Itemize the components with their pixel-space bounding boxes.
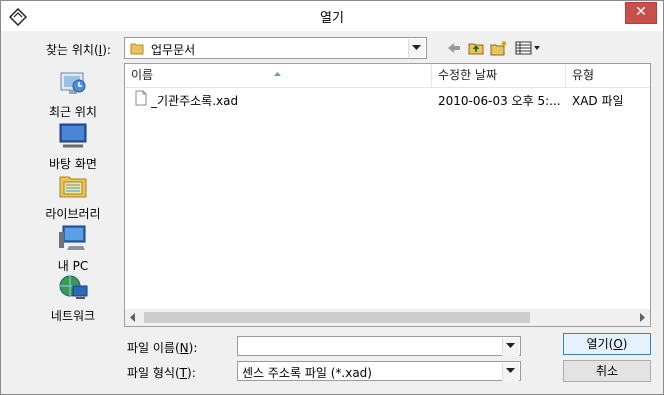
filetype-dropdown-button[interactable] xyxy=(502,363,519,381)
close-icon: ✕ xyxy=(635,4,647,20)
lookin-value: 업무문서 xyxy=(151,43,196,57)
file-modified: 2010-06-03 오후 5:... xyxy=(438,94,561,108)
filename-dropdown-button[interactable] xyxy=(502,338,519,356)
chevron-down-icon xyxy=(506,368,515,373)
filetype-dropdown[interactable]: 센스 주소록 파일 (*.xad) xyxy=(237,361,521,381)
network-globe-icon xyxy=(57,274,89,302)
place-label: 최근 위치 xyxy=(49,105,97,119)
lookin-label: 찾는 위치(I): xyxy=(46,43,111,57)
chevron-down-icon xyxy=(506,343,515,348)
horizontal-scrollbar[interactable] xyxy=(125,309,650,326)
file-list[interactable]: 이름 수정한 날짜 유형 _기관주소록.xad 2010-06-03 오후 5:… xyxy=(124,63,651,327)
scrollbar-thumb[interactable] xyxy=(144,312,530,323)
new-folder-icon[interactable] xyxy=(490,40,508,56)
filename-input[interactable] xyxy=(237,336,521,356)
place-libraries[interactable]: 라이브러리 xyxy=(29,172,117,221)
column-name[interactable]: 이름 xyxy=(125,64,432,87)
recent-places-icon xyxy=(57,70,89,98)
view-menu-icon[interactable] xyxy=(515,40,541,56)
column-header: 이름 수정한 날짜 유형 xyxy=(125,64,650,88)
filetype-value: 센스 주소록 파일 (*.xad) xyxy=(242,366,372,380)
open-dialog: 열기 ✕ 찾는 위치(I): 업무문서 최근 위치 바탕 화면 라이브러리 내 … xyxy=(0,0,664,395)
place-label: 네트워크 xyxy=(50,309,96,323)
scroll-right-icon[interactable] xyxy=(634,309,650,326)
scroll-left-icon[interactable] xyxy=(125,309,141,326)
lookin-dropdown-button[interactable] xyxy=(408,39,425,57)
filename-label: 파일 이름(N): xyxy=(127,341,198,355)
place-label: 라이브러리 xyxy=(45,207,101,221)
place-this-pc[interactable]: 내 PC xyxy=(29,224,117,273)
back-arrow-icon[interactable] xyxy=(447,40,461,56)
place-recent[interactable]: 최근 위치 xyxy=(29,70,117,119)
document-icon xyxy=(135,90,147,109)
place-network[interactable]: 네트워크 xyxy=(29,274,117,323)
computer-icon xyxy=(57,224,89,252)
file-type: XAD 파일 xyxy=(572,94,624,108)
folder-icon xyxy=(130,42,144,55)
chevron-down-icon xyxy=(412,45,421,50)
filetype-label: 파일 형식(T): xyxy=(127,366,196,380)
lookin-dropdown[interactable]: 업무문서 xyxy=(124,37,427,59)
place-desktop[interactable]: 바탕 화면 xyxy=(29,122,117,171)
libraries-icon xyxy=(57,172,89,200)
file-row[interactable]: _기관주소록.xad 2010-06-03 오후 5:... XAD 파일 xyxy=(125,88,650,110)
column-modified[interactable]: 수정한 날짜 xyxy=(432,64,566,87)
up-folder-icon[interactable] xyxy=(468,40,484,56)
places-bar: 최근 위치 바탕 화면 라이브러리 내 PC 네트워크 xyxy=(29,64,117,326)
place-label: 바탕 화면 xyxy=(49,157,97,171)
column-type[interactable]: 유형 xyxy=(566,64,650,87)
place-label: 내 PC xyxy=(57,259,89,273)
cancel-button[interactable]: 취소 xyxy=(563,360,651,382)
file-name: _기관주소록.xad xyxy=(151,94,239,108)
desktop-icon xyxy=(57,122,89,150)
open-button[interactable]: 열기(O) xyxy=(563,333,651,355)
dialog-title: 열기 xyxy=(320,11,344,26)
close-button[interactable]: ✕ xyxy=(625,2,657,24)
title-bar: 열기 ✕ xyxy=(1,1,663,31)
